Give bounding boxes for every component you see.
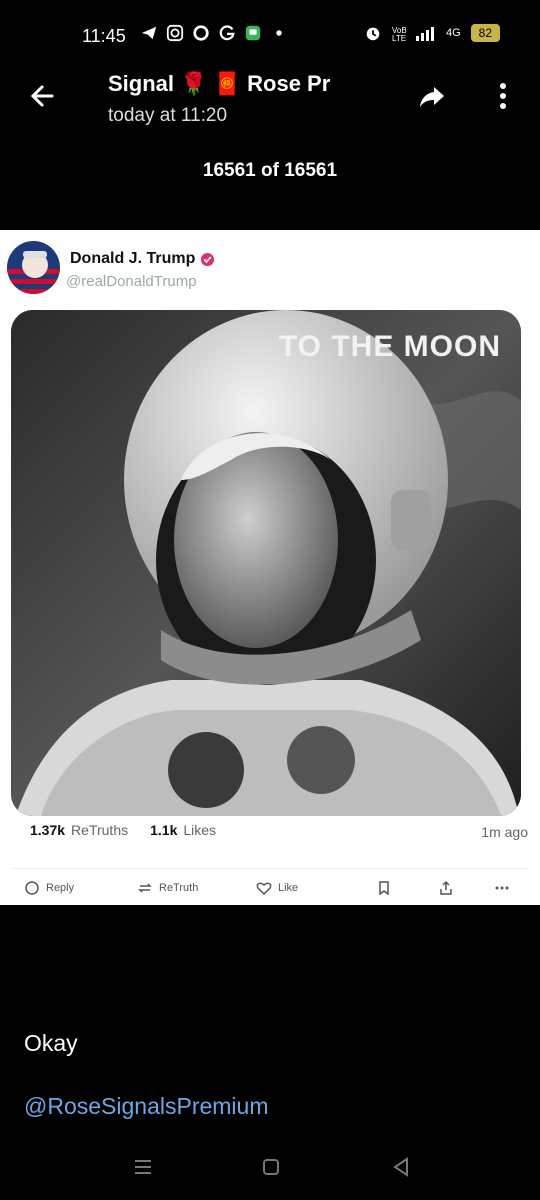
network-type: 4G	[445, 27, 461, 39]
post-more-button[interactable]	[494, 880, 510, 896]
signal-icon: VoBLTE	[392, 26, 434, 42]
status-time: 11:45	[82, 26, 126, 46]
post-stats: 1.37k ReTruths 1.1k Likes	[30, 822, 216, 838]
post-image[interactable]: TO THE MOON	[11, 310, 521, 816]
share-icon	[440, 880, 452, 895]
media-counter: 16561 of 16561	[202, 160, 338, 181]
ellipsis-icon	[495, 886, 509, 890]
mention-link[interactable]: @RoseSignalsPremium	[24, 1093, 269, 1120]
post-actions: Reply ReTruth Like	[0, 880, 540, 905]
heart-icon	[256, 882, 272, 896]
message-text: Okay	[24, 1030, 78, 1056]
share-button[interactable]	[438, 880, 454, 896]
forward-icon[interactable]	[418, 82, 446, 110]
alarm-icon	[366, 27, 380, 41]
astronaut-image	[11, 310, 521, 816]
reply-button[interactable]: Reply	[24, 880, 74, 896]
more-options-icon[interactable]	[492, 80, 514, 112]
google-icon	[219, 25, 235, 41]
bookmark-button[interactable]	[376, 880, 392, 896]
retruths-label: ReTruths	[71, 822, 129, 838]
viewer-header: Signal 🌹 🧧 Rose Pr today at 11:20 16561 …	[0, 60, 540, 230]
back-arrow-icon[interactable]	[28, 82, 56, 110]
chat-title: Signal 🌹 🧧 Rose Pr	[108, 71, 331, 96]
retruth-button[interactable]: ReTruth	[137, 880, 198, 896]
divider	[12, 868, 528, 869]
like-button[interactable]: Like	[256, 880, 298, 896]
retruth-icon	[138, 883, 152, 893]
bookmark-icon	[379, 881, 389, 896]
svg-text:LTE: LTE	[392, 34, 406, 42]
back-nav-icon[interactable]	[390, 1156, 412, 1178]
instagram-icon	[166, 24, 184, 42]
notification-icons	[140, 24, 288, 42]
dot-icon	[276, 30, 282, 36]
post-card[interactable]: Donald J. Trump @realDonaldTrump TO THE …	[0, 230, 540, 905]
system-navbar	[0, 1140, 540, 1200]
home-icon[interactable]	[260, 1156, 282, 1178]
author-name: Donald J. Trump	[70, 250, 215, 268]
post-time: 1m ago	[481, 824, 528, 840]
circle-app-icon	[193, 25, 209, 41]
system-status: VoB LTE 4G 82	[364, 24, 500, 42]
telegram-icon	[141, 26, 157, 40]
author-handle: @realDonaldTrump	[66, 273, 197, 290]
likes-label: Likes	[183, 822, 217, 838]
likes-count: 1.1k	[150, 822, 178, 838]
recents-icon[interactable]	[132, 1156, 154, 1178]
reply-icon	[25, 881, 39, 895]
messages-icon	[245, 25, 261, 41]
battery-indicator: 82	[470, 24, 500, 42]
retruths-count: 1.37k	[30, 822, 66, 838]
verified-badge-icon	[201, 252, 215, 266]
image-caption: TO THE MOON	[278, 330, 501, 363]
avatar	[7, 241, 60, 294]
message-date: today at 11:20	[108, 105, 228, 126]
